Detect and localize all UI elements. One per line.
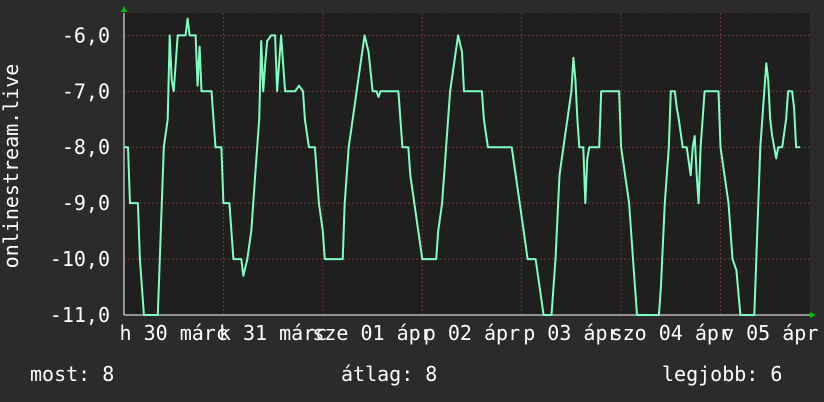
footer-legjobb: legjobb: 6 [662, 362, 783, 386]
y-axis-arrow [121, 6, 127, 12]
x-tick-label: szo 04 ápr [611, 321, 731, 345]
footer-most: most: 8 [30, 362, 115, 386]
x-tick-labels: h 30 márck 31 márcsze 01 áprp 02 ápr p 03… [120, 321, 819, 345]
y-tick-label: -8,0 [62, 135, 110, 159]
x-tick-label: p 02 ápr [424, 321, 520, 345]
x-tick-label: h 30 márc [120, 321, 228, 345]
x-axis-arrow [810, 312, 816, 318]
y-tick-labels: -6,0 -7,0 -8,0 -9,0 -10,0 -11,0 [50, 23, 110, 327]
x-tick-label: k 31 márc [219, 321, 327, 345]
footer-atlag: átlag: 8 [341, 362, 438, 386]
y-tick-label: -9,0 [62, 191, 110, 215]
x-tick-label: v 05 ápr [722, 321, 818, 345]
y-tick-label: -10,0 [50, 247, 110, 271]
chart: -6,0 -7,0 -8,0 -9,0 -10,0 -11,0 h 30 márck 31… [0, 6, 819, 345]
y-axis-label: onlinestream.live [0, 64, 23, 269]
x-tick-label: p 03 ápr [523, 321, 619, 345]
y-tick-label: -6,0 [62, 23, 110, 47]
plot-area [124, 13, 810, 315]
x-tick-label: sze 01 ápr [312, 321, 432, 345]
y-tick-label: -11,0 [50, 303, 110, 327]
y-tick-label: -7,0 [62, 79, 110, 103]
